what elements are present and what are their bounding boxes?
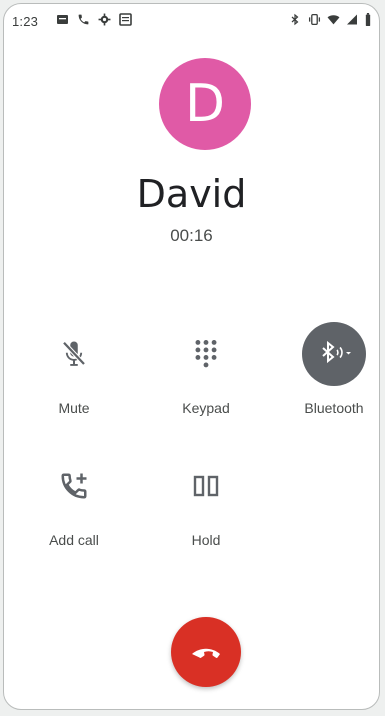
dialpad-icon [174, 322, 238, 386]
bluetooth-audio-icon [302, 322, 366, 386]
phone-icon [77, 13, 91, 27]
bluetooth-icon [289, 13, 303, 27]
end-call-button[interactable] [171, 617, 241, 687]
mute-label: Mute [58, 400, 90, 416]
status-time: 1:23 [12, 14, 39, 29]
message-icon [56, 13, 70, 27]
news-icon [119, 13, 133, 27]
caller-avatar: D [159, 58, 251, 150]
bluetooth-label: Bluetooth [304, 400, 364, 416]
add-call-button[interactable]: Add call [19, 454, 129, 548]
caller-name: David [136, 172, 247, 216]
hold-button[interactable]: Hold [151, 454, 261, 548]
keypad-label: Keypad [182, 400, 230, 416]
vibrate-icon [308, 13, 322, 27]
bluetooth-button[interactable]: Bluetooth [279, 322, 379, 416]
call-duration: 00:16 [170, 226, 213, 245]
mute-button[interactable]: Mute [19, 322, 129, 416]
settings-icon [98, 13, 112, 27]
wifi-icon [327, 13, 341, 27]
phone-screen: 1:23 D David 00:16 Mute Keypad Bluetooth… [3, 3, 380, 710]
status-system-icons [289, 13, 379, 27]
status-notification-icons [56, 13, 133, 27]
mic-off-icon [42, 322, 106, 386]
add-call-icon [42, 454, 106, 518]
keypad-button[interactable]: Keypad [151, 322, 261, 416]
signal-icon [346, 13, 360, 27]
hold-label: Hold [191, 532, 221, 548]
battery-icon [365, 13, 379, 27]
pause-icon [174, 454, 238, 518]
call-end-icon [189, 643, 223, 661]
add-call-label: Add call [49, 532, 99, 548]
status-bar: 1:23 [4, 4, 379, 38]
